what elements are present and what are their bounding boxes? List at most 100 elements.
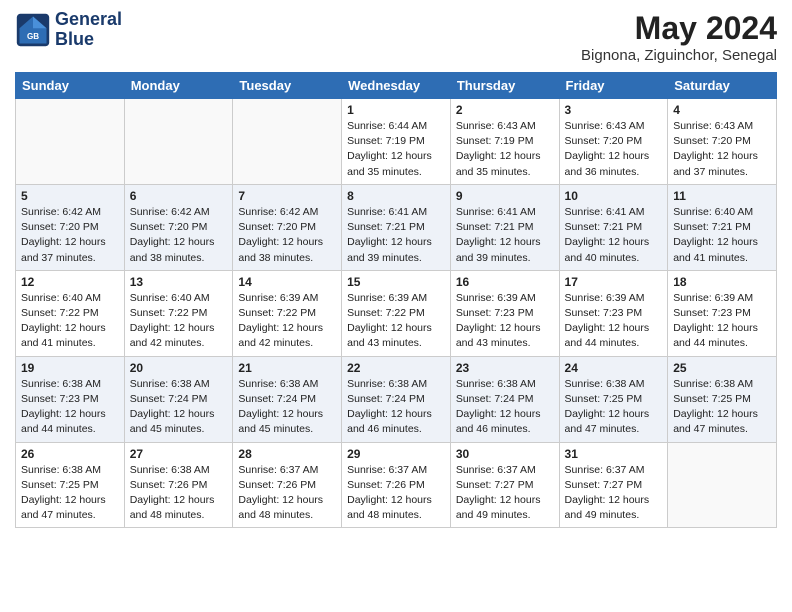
calendar-cell: 26Sunrise: 6:38 AM Sunset: 7:25 PM Dayli…	[16, 442, 125, 528]
svg-text:GB: GB	[27, 32, 39, 41]
day-number: 11	[673, 189, 771, 203]
week-row-4: 19 Sunrise: 6:38 AM Sunset: 7:23 PM Dayli…	[16, 356, 777, 442]
calendar-cell: 22Sunrise: 6:38 AM Sunset: 7:24 PM Dayli…	[342, 356, 451, 442]
day-number: 16	[456, 275, 554, 289]
day-number: 7	[238, 189, 336, 203]
day-info: Sunrise: 6:39 AM Sunset: 7:23 PM Dayligh…	[565, 291, 663, 352]
day-info: Sunrise: 6:39 AM Sunset: 7:23 PM Dayligh…	[456, 291, 554, 352]
day-info: Sunrise: 6:40 AM Sunset: 7:22 PM Dayligh…	[21, 291, 119, 352]
day-info: Sunrise: 6:43 AM Sunset: 7:19 PM Dayligh…	[456, 119, 554, 180]
col-header-wednesday: Wednesday	[342, 73, 451, 99]
col-header-sunday: Sunday	[16, 73, 125, 99]
calendar-cell: 5Sunrise: 6:42 AM Sunset: 7:20 PM Daylig…	[16, 184, 125, 270]
day-number: 6	[130, 189, 228, 203]
calendar-cell: 31Sunrise: 6:37 AM Sunset: 7:27 PM Dayli…	[559, 442, 668, 528]
calendar-cell: 28 Sunrise: 6:37 AM Sunset: 7:26 PM Dayli…	[233, 442, 342, 528]
day-number: 26	[21, 447, 119, 461]
day-info: Sunrise: 6:37 AM Sunset: 7:27 PM Dayligh…	[456, 463, 554, 524]
col-header-saturday: Saturday	[668, 73, 777, 99]
calendar-cell: 27 Sunrise: 6:38 AM Sunset: 7:26 PM Dayli…	[124, 442, 233, 528]
calendar-cell	[668, 442, 777, 528]
day-info: Sunrise: 6:38 AM Sunset: 7:24 PM Dayligh…	[130, 377, 228, 438]
day-number: 8	[347, 189, 445, 203]
day-info: Sunrise: 6:39 AM Sunset: 7:22 PM Dayligh…	[347, 291, 445, 352]
calendar-cell: 4 Sunrise: 6:43 AM Sunset: 7:20 PM Daylig…	[668, 99, 777, 185]
calendar-cell: 23 Sunrise: 6:38 AM Sunset: 7:24 PM Dayli…	[450, 356, 559, 442]
month-title: May 2024	[581, 10, 777, 47]
calendar-cell: 12 Sunrise: 6:40 AM Sunset: 7:22 PM Dayli…	[16, 270, 125, 356]
day-info: Sunrise: 6:37 AM Sunset: 7:26 PM Dayligh…	[347, 463, 445, 524]
calendar-cell: 19 Sunrise: 6:38 AM Sunset: 7:23 PM Dayli…	[16, 356, 125, 442]
day-number: 23	[456, 361, 554, 375]
day-info: Sunrise: 6:39 AM Sunset: 7:22 PM Dayligh…	[238, 291, 336, 352]
week-row-2: 5Sunrise: 6:42 AM Sunset: 7:20 PM Daylig…	[16, 184, 777, 270]
day-number: 13	[130, 275, 228, 289]
day-number: 14	[238, 275, 336, 289]
col-header-monday: Monday	[124, 73, 233, 99]
calendar-cell: 16 Sunrise: 6:39 AM Sunset: 7:23 PM Dayli…	[450, 270, 559, 356]
calendar-cell: 10Sunrise: 6:41 AM Sunset: 7:21 PM Dayli…	[559, 184, 668, 270]
day-number: 29	[347, 447, 445, 461]
day-info: Sunrise: 6:41 AM Sunset: 7:21 PM Dayligh…	[347, 205, 445, 266]
day-number: 3	[565, 103, 663, 117]
day-info: Sunrise: 6:40 AM Sunset: 7:22 PM Dayligh…	[130, 291, 228, 352]
calendar-table: SundayMondayTuesdayWednesdayThursdayFrid…	[15, 72, 777, 528]
calendar-cell: 7 Sunrise: 6:42 AM Sunset: 7:20 PM Daylig…	[233, 184, 342, 270]
day-number: 15	[347, 275, 445, 289]
calendar-cell: 15 Sunrise: 6:39 AM Sunset: 7:22 PM Dayli…	[342, 270, 451, 356]
col-header-friday: Friday	[559, 73, 668, 99]
day-info: Sunrise: 6:41 AM Sunset: 7:21 PM Dayligh…	[456, 205, 554, 266]
day-info: Sunrise: 6:38 AM Sunset: 7:24 PM Dayligh…	[456, 377, 554, 438]
week-row-5: 26Sunrise: 6:38 AM Sunset: 7:25 PM Dayli…	[16, 442, 777, 528]
day-number: 31	[565, 447, 663, 461]
day-number: 2	[456, 103, 554, 117]
calendar-cell: 8 Sunrise: 6:41 AM Sunset: 7:21 PM Daylig…	[342, 184, 451, 270]
calendar-cell: 24Sunrise: 6:38 AM Sunset: 7:25 PM Dayli…	[559, 356, 668, 442]
calendar-cell	[124, 99, 233, 185]
calendar-cell	[16, 99, 125, 185]
calendar-cell: 30 Sunrise: 6:37 AM Sunset: 7:27 PM Dayli…	[450, 442, 559, 528]
day-number: 30	[456, 447, 554, 461]
logo-text: General Blue	[55, 10, 122, 50]
logo-icon: GB	[15, 12, 51, 48]
day-number: 19	[21, 361, 119, 375]
day-number: 20	[130, 361, 228, 375]
day-number: 4	[673, 103, 771, 117]
calendar-cell: 25 Sunrise: 6:38 AM Sunset: 7:25 PM Dayli…	[668, 356, 777, 442]
day-info: Sunrise: 6:42 AM Sunset: 7:20 PM Dayligh…	[130, 205, 228, 266]
day-info: Sunrise: 6:42 AM Sunset: 7:20 PM Dayligh…	[21, 205, 119, 266]
calendar-cell: 3 Sunrise: 6:43 AM Sunset: 7:20 PM Daylig…	[559, 99, 668, 185]
day-info: Sunrise: 6:38 AM Sunset: 7:25 PM Dayligh…	[565, 377, 663, 438]
day-number: 18	[673, 275, 771, 289]
day-info: Sunrise: 6:38 AM Sunset: 7:23 PM Dayligh…	[21, 377, 119, 438]
logo: GB General Blue	[15, 10, 122, 50]
day-number: 17	[565, 275, 663, 289]
day-info: Sunrise: 6:38 AM Sunset: 7:26 PM Dayligh…	[130, 463, 228, 524]
header-row: SundayMondayTuesdayWednesdayThursdayFrid…	[16, 73, 777, 99]
day-info: Sunrise: 6:39 AM Sunset: 7:23 PM Dayligh…	[673, 291, 771, 352]
day-number: 25	[673, 361, 771, 375]
day-info: Sunrise: 6:40 AM Sunset: 7:21 PM Dayligh…	[673, 205, 771, 266]
calendar-cell	[233, 99, 342, 185]
day-number: 9	[456, 189, 554, 203]
day-info: Sunrise: 6:38 AM Sunset: 7:24 PM Dayligh…	[238, 377, 336, 438]
calendar-cell: 21Sunrise: 6:38 AM Sunset: 7:24 PM Dayli…	[233, 356, 342, 442]
day-info: Sunrise: 6:44 AM Sunset: 7:19 PM Dayligh…	[347, 119, 445, 180]
calendar-cell: 13 Sunrise: 6:40 AM Sunset: 7:22 PM Dayli…	[124, 270, 233, 356]
day-info: Sunrise: 6:43 AM Sunset: 7:20 PM Dayligh…	[673, 119, 771, 180]
day-info: Sunrise: 6:43 AM Sunset: 7:20 PM Dayligh…	[565, 119, 663, 180]
day-info: Sunrise: 6:38 AM Sunset: 7:25 PM Dayligh…	[673, 377, 771, 438]
calendar-cell: 9 Sunrise: 6:41 AM Sunset: 7:21 PM Daylig…	[450, 184, 559, 270]
day-info: Sunrise: 6:42 AM Sunset: 7:20 PM Dayligh…	[238, 205, 336, 266]
day-number: 27	[130, 447, 228, 461]
calendar-cell: 11 Sunrise: 6:40 AM Sunset: 7:21 PM Dayli…	[668, 184, 777, 270]
page-header: GB General Blue May 2024 Bignona, Ziguin…	[15, 10, 777, 64]
day-info: Sunrise: 6:37 AM Sunset: 7:26 PM Dayligh…	[238, 463, 336, 524]
day-number: 12	[21, 275, 119, 289]
day-number: 1	[347, 103, 445, 117]
calendar-cell: 18 Sunrise: 6:39 AM Sunset: 7:23 PM Dayli…	[668, 270, 777, 356]
calendar-cell: 17 Sunrise: 6:39 AM Sunset: 7:23 PM Dayli…	[559, 270, 668, 356]
day-number: 28	[238, 447, 336, 461]
calendar-cell: 20 Sunrise: 6:38 AM Sunset: 7:24 PM Dayli…	[124, 356, 233, 442]
calendar-cell: 29 Sunrise: 6:37 AM Sunset: 7:26 PM Dayli…	[342, 442, 451, 528]
